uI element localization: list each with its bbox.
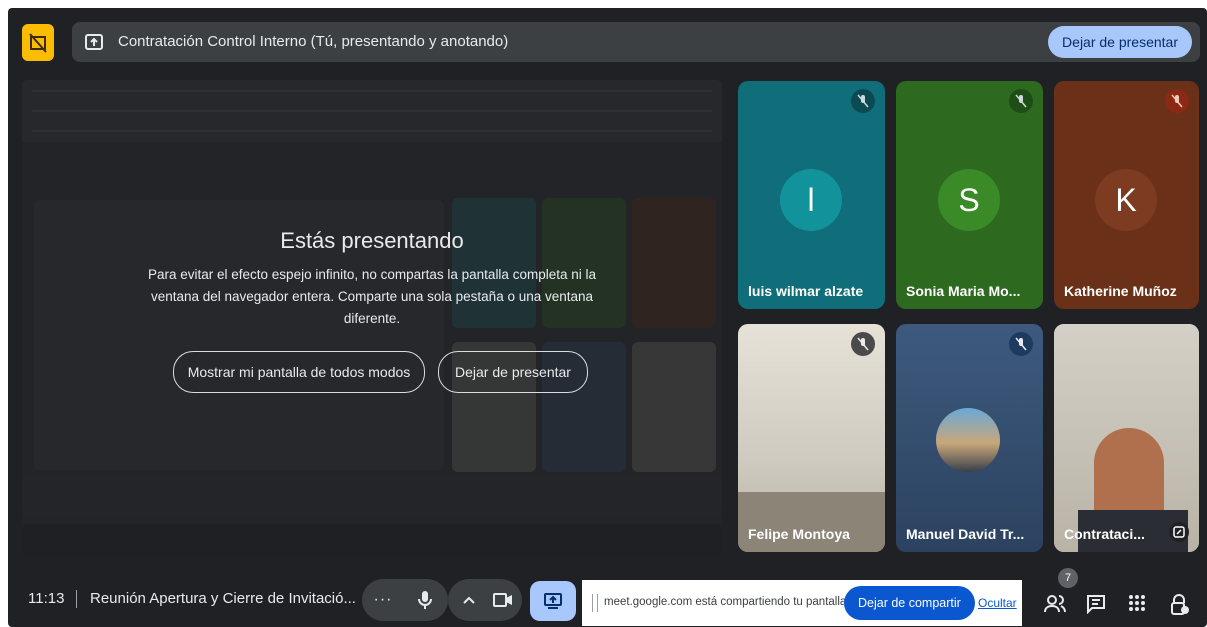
camera-pill (448, 579, 522, 621)
sharing-status-text: meet.google.com está compartiendo tu pan… (604, 596, 850, 608)
participant-tile-self[interactable]: Contrataci... (1054, 324, 1199, 552)
clock: 11:13 (28, 590, 65, 607)
present-screen-icon (84, 32, 104, 57)
activities-button[interactable] (1128, 594, 1146, 617)
participant-name: Manuel David Tr... (906, 526, 1025, 542)
participant-name: Felipe Montoya (748, 526, 850, 542)
participant-tile[interactable]: K Katherine Muñoz (1054, 81, 1199, 309)
avatar: K (1095, 169, 1157, 231)
more-horiz-icon: ··· (373, 591, 393, 608)
camera-button[interactable] (484, 579, 522, 621)
apps-grid-icon (1129, 595, 1145, 611)
microphone-button[interactable] (402, 579, 448, 621)
screen-sharing-notice: meet.google.com está compartiendo tu pan… (582, 580, 1022, 626)
show-screen-anyway-button[interactable]: Mostrar mi pantalla de todos modos (173, 351, 425, 393)
people-count-badge: 7 (1058, 568, 1078, 588)
participant-name: Katherine Muñoz (1064, 283, 1177, 299)
profile-photo (936, 408, 1000, 472)
chat-icon (1087, 595, 1105, 615)
participant-tile[interactable]: Felipe Montoya (738, 324, 885, 552)
stop-sharing-button[interactable]: Dejar de compartir (844, 586, 975, 620)
mic-off-icon (851, 89, 875, 113)
avatar: l (780, 169, 842, 231)
participant-tile[interactable]: Manuel David Tr... (896, 324, 1043, 552)
hide-notice-link[interactable]: Ocultar (978, 596, 1017, 610)
avatar: S (938, 169, 1000, 231)
microphone-icon (418, 591, 432, 609)
participant-name: Sonia Maria Mo... (906, 283, 1021, 299)
no-camera-icon (29, 32, 47, 53)
more-options-button[interactable]: ··· (366, 579, 400, 621)
mic-off-icon (1165, 89, 1189, 113)
meet-logo (22, 24, 54, 61)
mic-off-icon (1009, 332, 1033, 356)
bottom-controls: 11:13 Reunión Apertura y Cierre de Invit… (8, 568, 1207, 627)
presenting-message: Para evitar el efecto espejo infinito, n… (147, 267, 596, 326)
participant-name: luis wilmar alzate (748, 283, 864, 299)
present-now-button[interactable] (530, 581, 576, 621)
meeting-name: Reunión Apertura y Cierre de Invitació..… (90, 590, 356, 607)
participant-tile[interactable]: l luis wilmar alzate (738, 81, 885, 309)
drag-handle[interactable] (592, 594, 598, 612)
presentation-preview: Estás presentando Para evitar el efecto … (22, 80, 722, 558)
mic-off-icon (1009, 89, 1033, 113)
people-button[interactable] (1044, 594, 1066, 619)
presentation-banner: Contratación Control Interno (Tú, presen… (72, 22, 1200, 62)
participant-name: Contrataci... (1064, 526, 1145, 542)
meet-window: Contratación Control Interno (Tú, presen… (8, 8, 1207, 627)
divider (76, 590, 77, 608)
room-floor (738, 492, 885, 552)
camera-icon (493, 593, 512, 607)
stop-presenting-button[interactable]: Dejar de presentar (1048, 26, 1192, 58)
presentation-title: Contratación Control Interno (Tú, presen… (118, 33, 509, 50)
chat-button[interactable] (1086, 594, 1106, 619)
pin-tile-icon[interactable] (1169, 522, 1189, 542)
presenting-title: Estás presentando (280, 228, 464, 253)
camera-options-button[interactable] (454, 579, 484, 621)
overlay-stop-presenting-button[interactable]: Dejar de presentar (438, 351, 588, 393)
people-icon (1044, 595, 1066, 613)
present-screen-icon (544, 593, 562, 609)
more-mic-pill: ··· (362, 579, 448, 621)
lock-person-icon (1171, 594, 1189, 615)
mic-off-icon (851, 332, 875, 356)
chevron-up-icon (463, 596, 475, 604)
host-controls-button[interactable] (1170, 594, 1190, 621)
participant-tile[interactable]: S Sonia Maria Mo... (896, 81, 1043, 309)
